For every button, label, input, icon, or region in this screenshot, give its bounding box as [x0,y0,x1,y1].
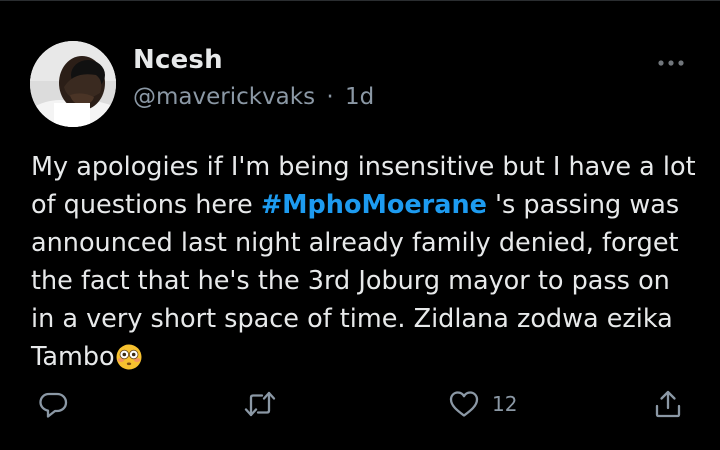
author-handle[interactable]: @maverickvaks [133,84,315,110]
tweet-text: My apologies if I'm being insensitive bu… [31,148,701,376]
share-icon [655,390,681,418]
tweet-timestamp[interactable]: 1d [345,84,374,110]
tweet-text-line: announced last night already family deni… [31,228,679,258]
author-display-name[interactable]: Ncesh [133,45,223,75]
retweet-icon [244,391,276,417]
tweet-text-segment: 's passing was [486,190,680,220]
retweet-button[interactable] [244,387,276,421]
tweet-text-line: the fact that he's the 3rd Joburg mayor … [31,266,670,296]
heart-icon [449,391,479,417]
person-covering-face-avatar-icon [30,41,116,127]
reply-button[interactable] [38,387,68,421]
tweet-text-line: of questions here #MphoMoerane 's passin… [31,186,701,224]
like-count: 12 [492,392,518,416]
reply-icon [39,392,68,418]
flushed-face-emoji-icon [116,343,142,370]
tweet-card[interactable]: Ncesh @maverickvaks · 1d My apologies if… [0,0,720,450]
share-button[interactable] [653,387,683,421]
more-options-icon[interactable] [653,53,689,73]
tweet-text-line: in a very short space of time. Zidlana z… [31,304,673,334]
tweet-text-line: Tambo [31,338,701,376]
tweet-text-line: My apologies if I'm being insensitive bu… [31,152,696,182]
tweet-text-segment: of questions here [31,190,261,220]
meta-separator: · [326,84,334,110]
hashtag-link[interactable]: #MphoMoerane [261,190,487,220]
like-button[interactable]: 12 [448,387,517,421]
avatar[interactable] [30,41,116,127]
tweet-text-segment: Tambo [31,342,115,372]
author-meta: @maverickvaks · 1d [133,84,374,110]
